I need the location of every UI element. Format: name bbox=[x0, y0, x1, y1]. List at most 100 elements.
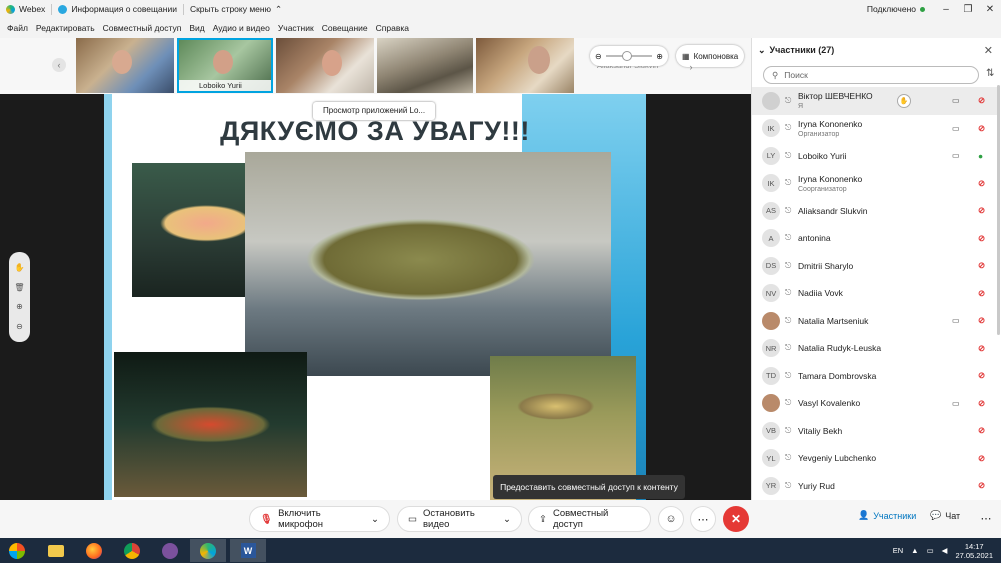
reactions-button[interactable]: ☺ bbox=[658, 506, 684, 532]
volume-icon[interactable]: ◀ bbox=[942, 546, 948, 555]
menu-edit[interactable]: Редактировать bbox=[32, 23, 99, 33]
panel-options-button[interactable]: ⋯ bbox=[976, 508, 996, 528]
zoom-knob[interactable] bbox=[621, 51, 632, 61]
menu-meeting[interactable]: Совещание bbox=[318, 23, 372, 33]
clock[interactable]: 14:17 27.05.2021 bbox=[955, 542, 993, 560]
participant-row[interactable]: VB ⎋ Vitaliy Bekh ⊘ bbox=[752, 417, 998, 445]
participant-row[interactable]: LY ⎋ Loboiko Yurii ▭ ● bbox=[752, 142, 998, 170]
zoom-out-tool-icon[interactable]: ⊖ bbox=[16, 322, 23, 331]
participants-tab[interactable]: 👤 Участники bbox=[858, 510, 916, 521]
mic-muted-icon[interactable]: ⊘ bbox=[978, 315, 985, 326]
app-preview-label[interactable]: Просмотр приложений Lo... bbox=[313, 102, 436, 120]
menu-view[interactable]: Вид bbox=[185, 23, 208, 33]
participant-row[interactable]: NR ⎋ Natalia Rudyk-Leuska ⊘ bbox=[752, 335, 998, 363]
stop-video-button[interactable]: ▭ Остановить видео ⌄ bbox=[397, 506, 522, 532]
mic-muted-icon[interactable]: ⊘ bbox=[978, 398, 985, 409]
menu-file[interactable]: Файл bbox=[3, 23, 32, 33]
word-icon[interactable]: W bbox=[230, 539, 266, 562]
device-icon: ⎋ bbox=[785, 123, 792, 133]
participants-scrollbar[interactable] bbox=[997, 85, 1000, 335]
participant-row[interactable]: IK ⎋ Iryna Kononenko Организатор ▭ ⊘ bbox=[752, 115, 998, 143]
video-thumb[interactable] bbox=[76, 38, 174, 93]
avatar: TD bbox=[762, 366, 780, 385]
participant-row[interactable]: ⎋ Віктор ШЕВЧЕНКО Я ✋ ▭ ⊘ bbox=[752, 87, 998, 115]
chevron-down-icon[interactable]: ⌄ bbox=[503, 514, 511, 525]
mic-muted-icon[interactable]: ⊘ bbox=[978, 425, 985, 436]
participant-row[interactable]: DS ⎋ Dmitrii Sharylo ⊘ bbox=[752, 252, 998, 280]
strip-prev-button[interactable]: ‹ bbox=[52, 58, 66, 72]
sort-icon[interactable]: ⇅ bbox=[986, 68, 994, 79]
chevron-down-icon[interactable]: ⌄ bbox=[371, 514, 379, 525]
leave-meeting-button[interactable]: ✕ bbox=[723, 506, 749, 532]
menu-audio-video[interactable]: Аудио и видео bbox=[209, 23, 274, 33]
mic-muted-icon[interactable]: ⊘ bbox=[978, 453, 985, 464]
mic-muted-icon[interactable]: ⊘ bbox=[978, 205, 985, 216]
participant-row[interactable]: YR ⎋ Yuriy Rud ⊘ bbox=[752, 472, 998, 500]
hand-tool-icon[interactable]: ✋ bbox=[15, 263, 25, 272]
participant-row[interactable]: A ⎋ antonina ⊘ bbox=[752, 225, 998, 253]
mic-muted-icon[interactable]: ⊘ bbox=[978, 123, 985, 134]
video-thumb[interactable] bbox=[476, 38, 574, 93]
strip-next-button[interactable]: › bbox=[684, 60, 698, 74]
zoom-out-icon[interactable]: ⊖ bbox=[595, 52, 602, 61]
chat-icon: 💬 bbox=[930, 510, 942, 520]
zoom-control[interactable]: ⊖ ⊕ bbox=[590, 46, 668, 66]
mic-muted-icon[interactable]: ⊘ bbox=[978, 260, 985, 271]
participant-row[interactable]: ⎋ Natalia Martseniuk ▭ ⊘ bbox=[752, 307, 998, 335]
shared-content-area: ДЯКУЄМО ЗА УВАГУ!!! Просмотр приложений … bbox=[0, 94, 751, 500]
video-thumb-active[interactable]: Loboiko Yurii bbox=[177, 38, 273, 93]
participant-search-input[interactable]: ⚲ Поиск bbox=[763, 66, 979, 84]
mic-muted-icon[interactable]: ⊘ bbox=[978, 480, 985, 491]
file-explorer-icon[interactable] bbox=[38, 539, 74, 562]
zoom-slider[interactable] bbox=[605, 51, 653, 61]
participant-name: Yuriy Rud bbox=[798, 480, 835, 491]
minimize-button[interactable]: – bbox=[935, 0, 957, 18]
unmute-button[interactable]: 🎙 Включить микрофон ⌄ bbox=[249, 506, 390, 532]
firefox-icon[interactable] bbox=[76, 539, 112, 562]
viber-icon[interactable] bbox=[152, 539, 188, 562]
video-camera-icon: ▭ bbox=[408, 513, 417, 525]
participant-row[interactable]: YL ⎋ Yevgeniy Lubchenko ⊘ bbox=[752, 445, 998, 473]
participant-row[interactable]: AS ⎋ Aliaksandr Slukvin ⊘ bbox=[752, 197, 998, 225]
participants-header[interactable]: ⌄ Участники (27) bbox=[752, 38, 1001, 62]
mic-muted-icon[interactable]: ⊘ bbox=[978, 343, 985, 354]
language-indicator[interactable]: EN bbox=[893, 546, 903, 555]
participant-name: Yevgeniy Lubchenko bbox=[798, 453, 877, 464]
menu-share[interactable]: Совместный доступ bbox=[99, 23, 186, 33]
participant-row[interactable]: ⎋ Vasyl Kovalenko ▭ ⊘ bbox=[752, 390, 998, 418]
tray-up-arrow-icon[interactable]: ▲ bbox=[911, 546, 918, 555]
mic-muted-icon[interactable]: ⊘ bbox=[978, 233, 985, 244]
raise-hand-icon[interactable]: ✋ bbox=[897, 93, 911, 108]
participant-name: Natalia Martseniuk bbox=[798, 315, 869, 326]
meeting-info-tab[interactable]: Информация о совещании bbox=[52, 4, 183, 14]
device-icon: ⎋ bbox=[785, 480, 792, 490]
share-button[interactable]: ⇪ Совместный доступ bbox=[528, 506, 651, 532]
start-button[interactable] bbox=[4, 539, 30, 562]
chat-tab[interactable]: 💬 Чат bbox=[930, 510, 960, 521]
participant-name: Tamara Dombrovska bbox=[798, 370, 877, 381]
participant-row[interactable]: NV ⎋ Nadiia Vovk ⊘ bbox=[752, 280, 998, 308]
hide-menu-bar-button[interactable]: Скрыть строку меню ⌃ bbox=[184, 4, 288, 15]
more-options-button[interactable]: ⋯ bbox=[690, 506, 716, 532]
video-thumb[interactable] bbox=[377, 38, 473, 93]
chrome-icon[interactable] bbox=[114, 539, 150, 562]
maximize-button[interactable]: ❐ bbox=[957, 0, 979, 18]
network-icon[interactable]: ▭ bbox=[927, 546, 934, 555]
participant-row[interactable]: IK ⎋ Iryna Kononenko Соорганизатор ⊘ bbox=[752, 170, 998, 198]
close-panel-icon[interactable]: ✕ bbox=[984, 44, 993, 57]
participant-row[interactable]: TD ⎋ Tamara Dombrovska ⊘ bbox=[752, 362, 998, 390]
menu-help[interactable]: Справка bbox=[372, 23, 413, 33]
mic-muted-icon[interactable]: ⊘ bbox=[978, 288, 985, 299]
zoom-in-tool-icon[interactable]: ⊕ bbox=[16, 302, 23, 311]
webex-taskbar-icon[interactable] bbox=[190, 539, 226, 562]
zoom-in-icon[interactable]: ⊕ bbox=[656, 52, 663, 61]
mic-muted-icon[interactable]: ⊘ bbox=[978, 95, 985, 106]
mic-on-icon[interactable]: ● bbox=[978, 151, 983, 161]
menu-participant[interactable]: Участник bbox=[274, 23, 318, 33]
video-thumb[interactable] bbox=[276, 38, 374, 93]
mic-muted-icon[interactable]: ⊘ bbox=[978, 178, 985, 189]
trash-icon[interactable]: 🗑 bbox=[14, 283, 24, 292]
avatar: LY bbox=[762, 146, 780, 165]
mic-muted-icon[interactable]: ⊘ bbox=[978, 370, 985, 381]
close-window-button[interactable]: ✕ bbox=[979, 0, 1001, 18]
